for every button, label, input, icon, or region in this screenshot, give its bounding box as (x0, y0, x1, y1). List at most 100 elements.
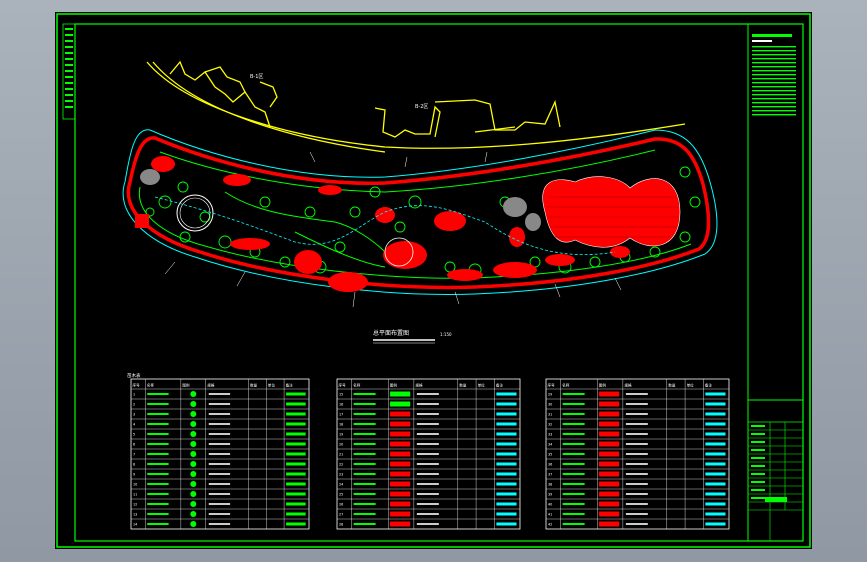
legend-symbol (190, 521, 197, 527)
table-remark-glyph (286, 412, 306, 416)
building-label-1: B-1区 (250, 74, 263, 80)
table-name-glyph (353, 443, 376, 445)
table-row-number: 5 (133, 432, 135, 436)
table-spec-glyph (208, 403, 231, 405)
legend-symbol (190, 491, 197, 497)
legend-symbol (599, 501, 620, 507)
table-header-cell: 规格 (624, 383, 632, 388)
table-spec-glyph (416, 453, 439, 455)
table-spec-glyph (208, 513, 231, 515)
table-row-number: 2 (133, 402, 135, 406)
table-spec-glyph (416, 393, 439, 395)
right-notes (752, 34, 796, 116)
table-spec-glyph (625, 413, 648, 415)
legend-symbol (390, 421, 411, 427)
table-remark-glyph (496, 402, 517, 406)
cad-viewport[interactable]: B-1区 B-2区 总平面布置图 1:150 苗木表 序号 名称 图例 规格 数… (0, 0, 867, 562)
table-spec-glyph (416, 463, 439, 465)
table-spec-glyph (208, 443, 231, 445)
table-name-glyph (147, 503, 169, 505)
legend-symbol (190, 511, 197, 517)
table-name-glyph (147, 423, 169, 425)
table-header-cell: 单位 (687, 383, 695, 388)
table-spec-glyph (416, 523, 439, 525)
table-spec-glyph (208, 463, 231, 465)
table-remark-glyph (705, 482, 726, 486)
table-header-cell: 备注 (286, 383, 294, 388)
table-name-glyph (147, 403, 169, 405)
table-remark-glyph (705, 452, 726, 456)
table-remark-glyph (496, 432, 517, 436)
table-header-cell: 序号 (339, 383, 347, 388)
table-header-cell: 单位 (478, 383, 486, 388)
table-header-cell: 备注 (705, 383, 713, 388)
table-header-cell: 单位 (268, 383, 276, 388)
table-spec-glyph (208, 523, 231, 525)
table-name-glyph (147, 453, 169, 455)
table-name-glyph (562, 433, 585, 435)
building-label-2: B-2区 (415, 104, 428, 110)
table-header-cell: 名称 (562, 383, 570, 388)
table-row-number: 27 (339, 512, 343, 516)
table-name-glyph (562, 393, 585, 395)
plan-title: 总平面布置图 1:150 (373, 329, 452, 344)
table-remark-glyph (286, 402, 306, 406)
table-row-number: 39 (548, 492, 552, 496)
table-spec-glyph (416, 443, 439, 445)
legend-title: 苗木表 (127, 372, 141, 379)
table-remark-glyph (705, 472, 726, 476)
legend-symbol (390, 511, 411, 517)
table-remark-glyph (705, 432, 726, 436)
drawing-sheet[interactable]: B-1区 B-2区 总平面布置图 1:150 苗木表 序号 名称 图例 规格 数… (55, 12, 812, 549)
table-name-glyph (147, 393, 169, 395)
table-name-glyph (562, 453, 585, 455)
table-remark-glyph (496, 502, 517, 506)
table-row-number: 4 (133, 422, 135, 426)
table-row-number: 1 (133, 392, 135, 396)
legend-symbol (190, 481, 197, 487)
table-row-number: 8 (133, 462, 135, 466)
table-row-number: 13 (133, 512, 137, 516)
table-spec-glyph (625, 483, 648, 485)
table-remark-glyph (286, 442, 306, 446)
legend-symbol (390, 481, 411, 487)
table-header-cell: 图例 (390, 383, 398, 388)
legend-symbol (599, 431, 620, 437)
table-spec-glyph (208, 493, 231, 495)
table-spec-glyph (208, 423, 231, 425)
landscape-plan-svg: B-1区 B-2区 总平面布置图 1:150 苗木表 序号 名称 图例 规格 数… (56, 13, 811, 548)
legend-symbol (599, 421, 620, 427)
table-spec-glyph (208, 413, 231, 415)
table-remark-glyph (496, 442, 517, 446)
table-name-glyph (562, 483, 585, 485)
table-name-glyph (147, 433, 169, 435)
legend-symbol (390, 431, 411, 437)
table-name-glyph (562, 513, 585, 515)
table-spec-glyph (625, 503, 648, 505)
legend-symbol (190, 421, 197, 427)
table-name-glyph (353, 513, 376, 515)
legend-symbol (599, 411, 620, 417)
table-name-glyph (353, 493, 376, 495)
table-name-glyph (353, 413, 376, 415)
table-row-number: 33 (548, 432, 552, 436)
table-spec-glyph (625, 433, 648, 435)
legend-symbol (390, 441, 411, 447)
table-name-glyph (562, 413, 585, 415)
table-name-glyph (147, 493, 169, 495)
title-block[interactable] (747, 399, 804, 542)
legend-symbol (390, 501, 411, 507)
table-remark-glyph (496, 522, 517, 526)
legend-symbol (390, 451, 411, 457)
table-row-number: 23 (339, 472, 343, 476)
legend-symbol (190, 411, 197, 417)
table-name-glyph (147, 413, 169, 415)
table-name-glyph (562, 523, 585, 525)
legend-symbol (190, 461, 197, 467)
legend-symbol (599, 471, 620, 477)
table-spec-glyph (625, 403, 648, 405)
legend-symbol (390, 521, 411, 527)
plan-scale-text: 1:150 (440, 332, 452, 337)
table-header-cell: 备注 (496, 383, 504, 388)
legend-symbol (599, 401, 620, 407)
